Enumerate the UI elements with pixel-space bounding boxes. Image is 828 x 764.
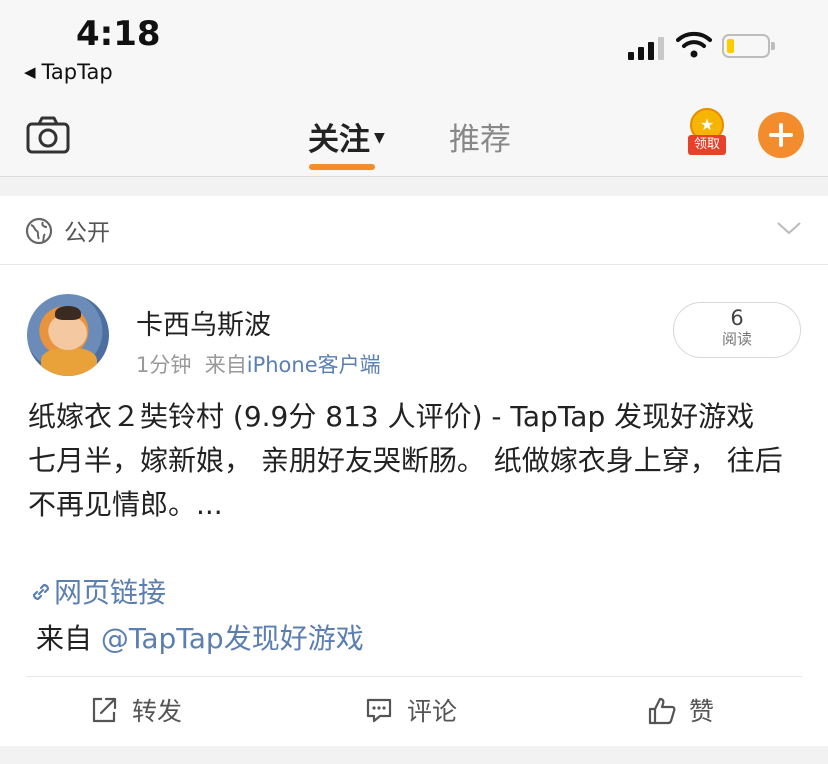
back-to-app-button[interactable]: ◀ TapTap: [24, 60, 113, 84]
web-link[interactable]: 网页链接: [28, 571, 166, 611]
globe-icon: [25, 217, 53, 245]
post-content[interactable]: 纸嫁衣２奘铃村 (9.9分 813 人评价) - TapTap 发现好游戏 七月…: [28, 395, 788, 527]
active-tab-indicator: [309, 164, 375, 170]
read-label: 阅读: [721, 330, 752, 348]
wifi-icon: [676, 31, 712, 58]
compose-plus-button[interactable]: [758, 112, 804, 158]
visibility-label: 公开: [64, 220, 110, 246]
reward-label: 领取: [688, 135, 726, 155]
status-time: 4:18: [76, 14, 161, 54]
comment-icon: [366, 698, 392, 723]
like-label: 赞: [689, 697, 715, 726]
repost-label: 转发: [132, 697, 183, 726]
chevron-down-icon: [777, 222, 801, 235]
post-time: 1分钟: [136, 353, 192, 377]
cellular-signal-icon: [628, 36, 664, 60]
comment-label: 评论: [407, 697, 458, 726]
read-count: 6: [730, 306, 744, 330]
source-row: 来自 @TapTap发现好游戏: [36, 617, 364, 657]
web-link-label: 网页链接: [54, 576, 167, 609]
back-app-label: TapTap: [41, 60, 113, 84]
tab-follow[interactable]: 关注 ▼: [308, 114, 385, 159]
avatar[interactable]: [27, 294, 109, 376]
top-nav-bar: 关注 ▼ 推荐 ★ 领取: [0, 100, 828, 177]
battery-icon: [722, 34, 775, 58]
tab-follow-label: 关注: [308, 122, 370, 158]
thumbs-up-icon: [648, 697, 676, 725]
source-prefix: 来自: [36, 622, 101, 655]
tab-recommend[interactable]: 推荐: [449, 114, 511, 159]
post-content-line: 七月半，嫁新娘， 亲朋好友哭断肠。 纸做嫁衣身上穿， 往后不再见情郎。...: [28, 444, 783, 521]
post-content-line: 纸嫁衣２奘铃村 (9.9分 813 人评价) - TapTap 发现好游戏: [28, 400, 755, 433]
comment-button[interactable]: 评论: [365, 690, 475, 730]
status-bar: 4:18 ◀ TapTap: [0, 0, 828, 100]
divider: [26, 676, 802, 677]
caret-down-icon: ▼: [374, 130, 385, 146]
post-client: iPhone客户端: [246, 353, 381, 377]
post-from-prefix: 来自: [204, 353, 247, 377]
post-meta: 1分钟 来自iPhone客户端: [136, 349, 381, 379]
visibility-selector[interactable]: 公开: [0, 196, 828, 265]
repost-button[interactable]: 转发: [90, 690, 200, 730]
back-arrow-icon: ◀: [24, 63, 36, 81]
like-button[interactable]: 赞: [647, 690, 727, 730]
read-count-badge: 6 阅读: [673, 302, 801, 358]
camera-icon[interactable]: [26, 115, 70, 155]
reward-button[interactable]: ★ 领取: [688, 108, 726, 158]
link-icon: [32, 583, 50, 601]
post-card: 卡西乌斯波 1分钟 来自iPhone客户端 6 阅读 纸嫁衣２奘铃村 (9.9分…: [0, 265, 828, 746]
repost-icon: [92, 697, 117, 723]
source-link[interactable]: @TapTap发现好游戏: [101, 622, 364, 655]
post-username[interactable]: 卡西乌斯波: [136, 303, 271, 342]
